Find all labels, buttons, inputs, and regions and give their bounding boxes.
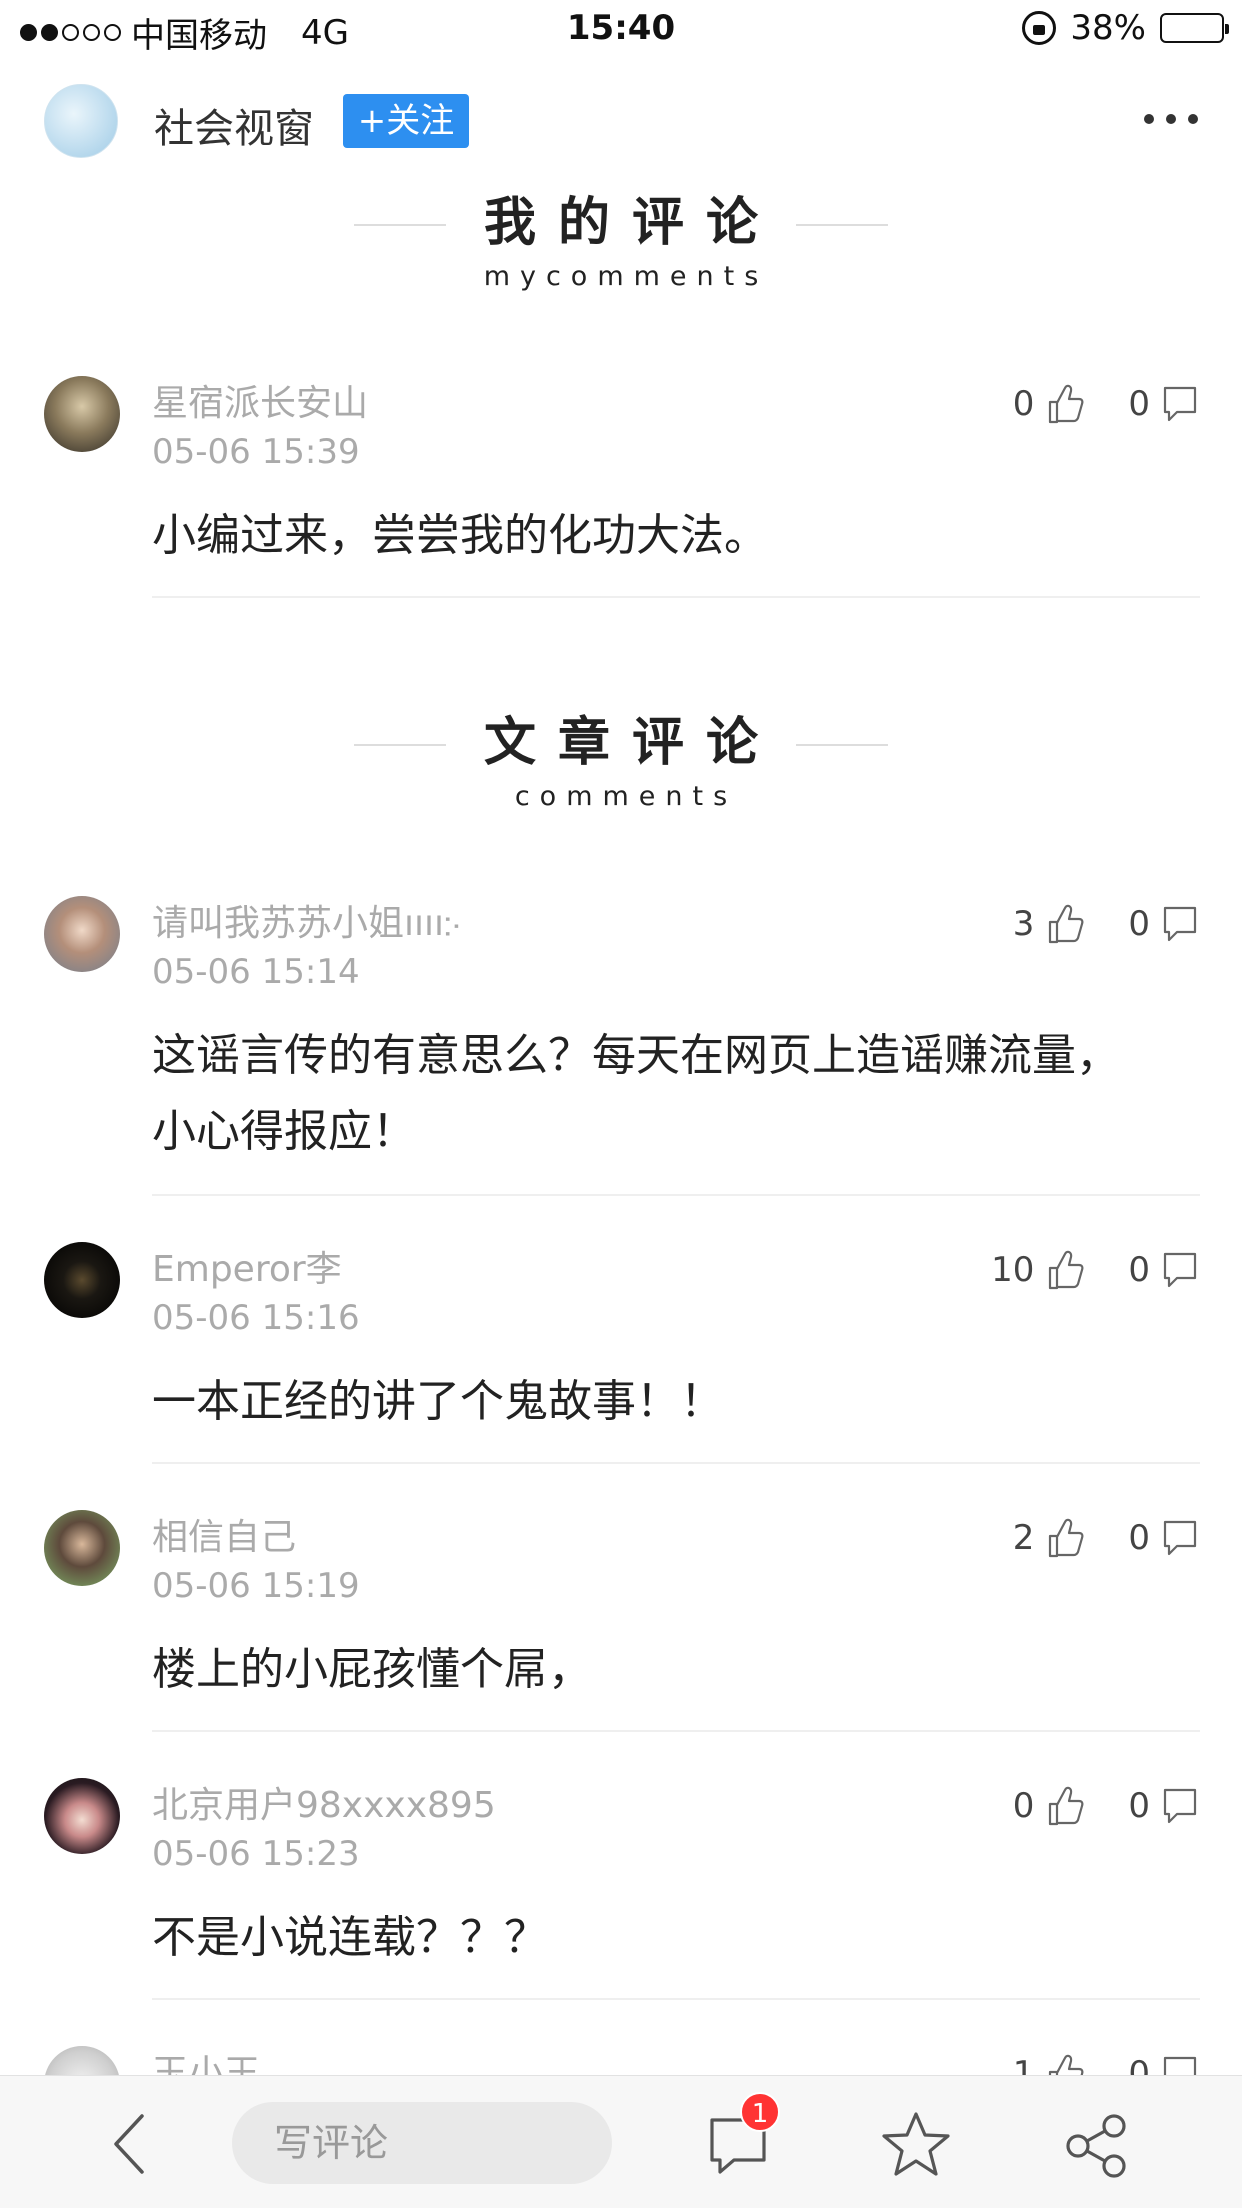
avatar[interactable] [44,1510,120,1586]
avatar[interactable] [44,1778,120,1854]
avatar[interactable] [44,1242,120,1318]
comment-divider [152,1194,1200,1196]
comment-divider [152,1462,1200,1464]
reply-icon[interactable] [1160,1248,1200,1292]
like-count: 0 [1012,384,1035,424]
reply-count: 0 [1128,1250,1150,1290]
comment-text: 一本正经的讲了个鬼故事！！ [152,1376,724,1427]
channel-name[interactable]: 社会视窗 [154,96,314,154]
comment-actions: 2 0 [994,1510,1200,1566]
comment-time: 05-06 15:19 [152,1566,360,1606]
reply-icon[interactable] [1160,382,1200,426]
comment-actions: 10 0 [991,1242,1200,1298]
reply-count: 0 [1128,1518,1150,1558]
comment-username[interactable]: 北京用户98xxxx895 [152,1776,496,1828]
comment-username[interactable]: 请叫我苏苏小姐ıııı჻ [152,894,460,946]
article-header: 社会视窗 +关注 [0,80,1242,160]
battery-icon [1160,13,1229,43]
reply-icon[interactable] [1160,1784,1200,1828]
comment-actions: 0 0 [994,1778,1200,1834]
reply-count: 0 [1128,904,1150,944]
bottom-toolbar: 写评论 1 [0,2075,1242,2208]
like-icon[interactable] [1044,1248,1084,1292]
follow-button[interactable]: +关注 [343,94,469,148]
comment-actions: 0 0 [994,376,1200,432]
article-comments-title: 文章评论 comments [0,700,1242,812]
comment-time: 05-06 15:14 [152,952,360,992]
comment-divider [152,1730,1200,1732]
article-comments-title-cn: 文章评论 [483,713,780,773]
like-count: 0 [1012,1786,1035,1826]
title-divider-right [796,224,888,226]
status-right: 38% [1022,8,1229,48]
title-divider-right [796,744,888,746]
like-icon[interactable] [1044,902,1084,946]
star-icon[interactable] [880,2110,952,2178]
like-count: 2 [1012,1518,1035,1558]
comment-username[interactable]: 星宿派长安山 [152,374,368,426]
like-icon[interactable] [1044,1784,1084,1828]
reply-icon[interactable] [1160,902,1200,946]
lock-rotation-icon [1022,11,1057,45]
title-divider-left [354,224,446,226]
my-comments-title: 我的评论 mycomments [0,180,1242,292]
comment-divider [152,596,1200,598]
comment-username[interactable]: Emperor李 [152,1240,342,1292]
battery-percent: 38% [1070,8,1146,48]
share-icon[interactable] [1064,2114,1128,2178]
comment-text: 小编过来，尝尝我的化功大法。 [152,510,768,561]
avatar[interactable] [44,376,120,452]
comment-text: 不是小说连载？？？ [152,1912,548,1963]
comment-username[interactable]: 相信自己 [152,1508,296,1560]
my-comments-title-en: mycomments [483,261,769,292]
title-divider-left [354,744,446,746]
avatar[interactable] [44,896,120,972]
like-count: 10 [991,1250,1035,1290]
write-comment-input[interactable]: 写评论 [232,2102,612,2184]
comment-time: 05-06 15:39 [152,432,360,472]
reply-count: 0 [1128,384,1150,424]
reply-count: 0 [1128,1786,1150,1826]
more-icon[interactable] [1144,114,1198,124]
like-count: 3 [1012,904,1035,944]
back-icon[interactable] [108,2112,148,2176]
status-bar: 中国移动 4G 15:40 38% [0,0,1242,62]
article-comments-title-en: comments [514,781,738,812]
comment-actions: 3 0 [994,896,1200,952]
my-comments-title-cn: 我的评论 [483,193,780,253]
like-icon[interactable] [1044,382,1084,426]
channel-avatar[interactable] [44,84,118,158]
like-icon[interactable] [1044,1516,1084,1560]
reply-icon[interactable] [1160,1516,1200,1560]
comment-text: 楼上的小屁孩懂个屌， [152,1644,592,1695]
comment-count-badge: 1 [740,2092,780,2132]
comment-time: 05-06 15:16 [152,1298,360,1338]
comment-text: 这谣言传的有意思么？每天在网页上造谣赚流量，小心得报应！ [152,1030,1120,1157]
comment-time: 05-06 15:23 [152,1834,360,1874]
comment-divider [152,1998,1200,2000]
